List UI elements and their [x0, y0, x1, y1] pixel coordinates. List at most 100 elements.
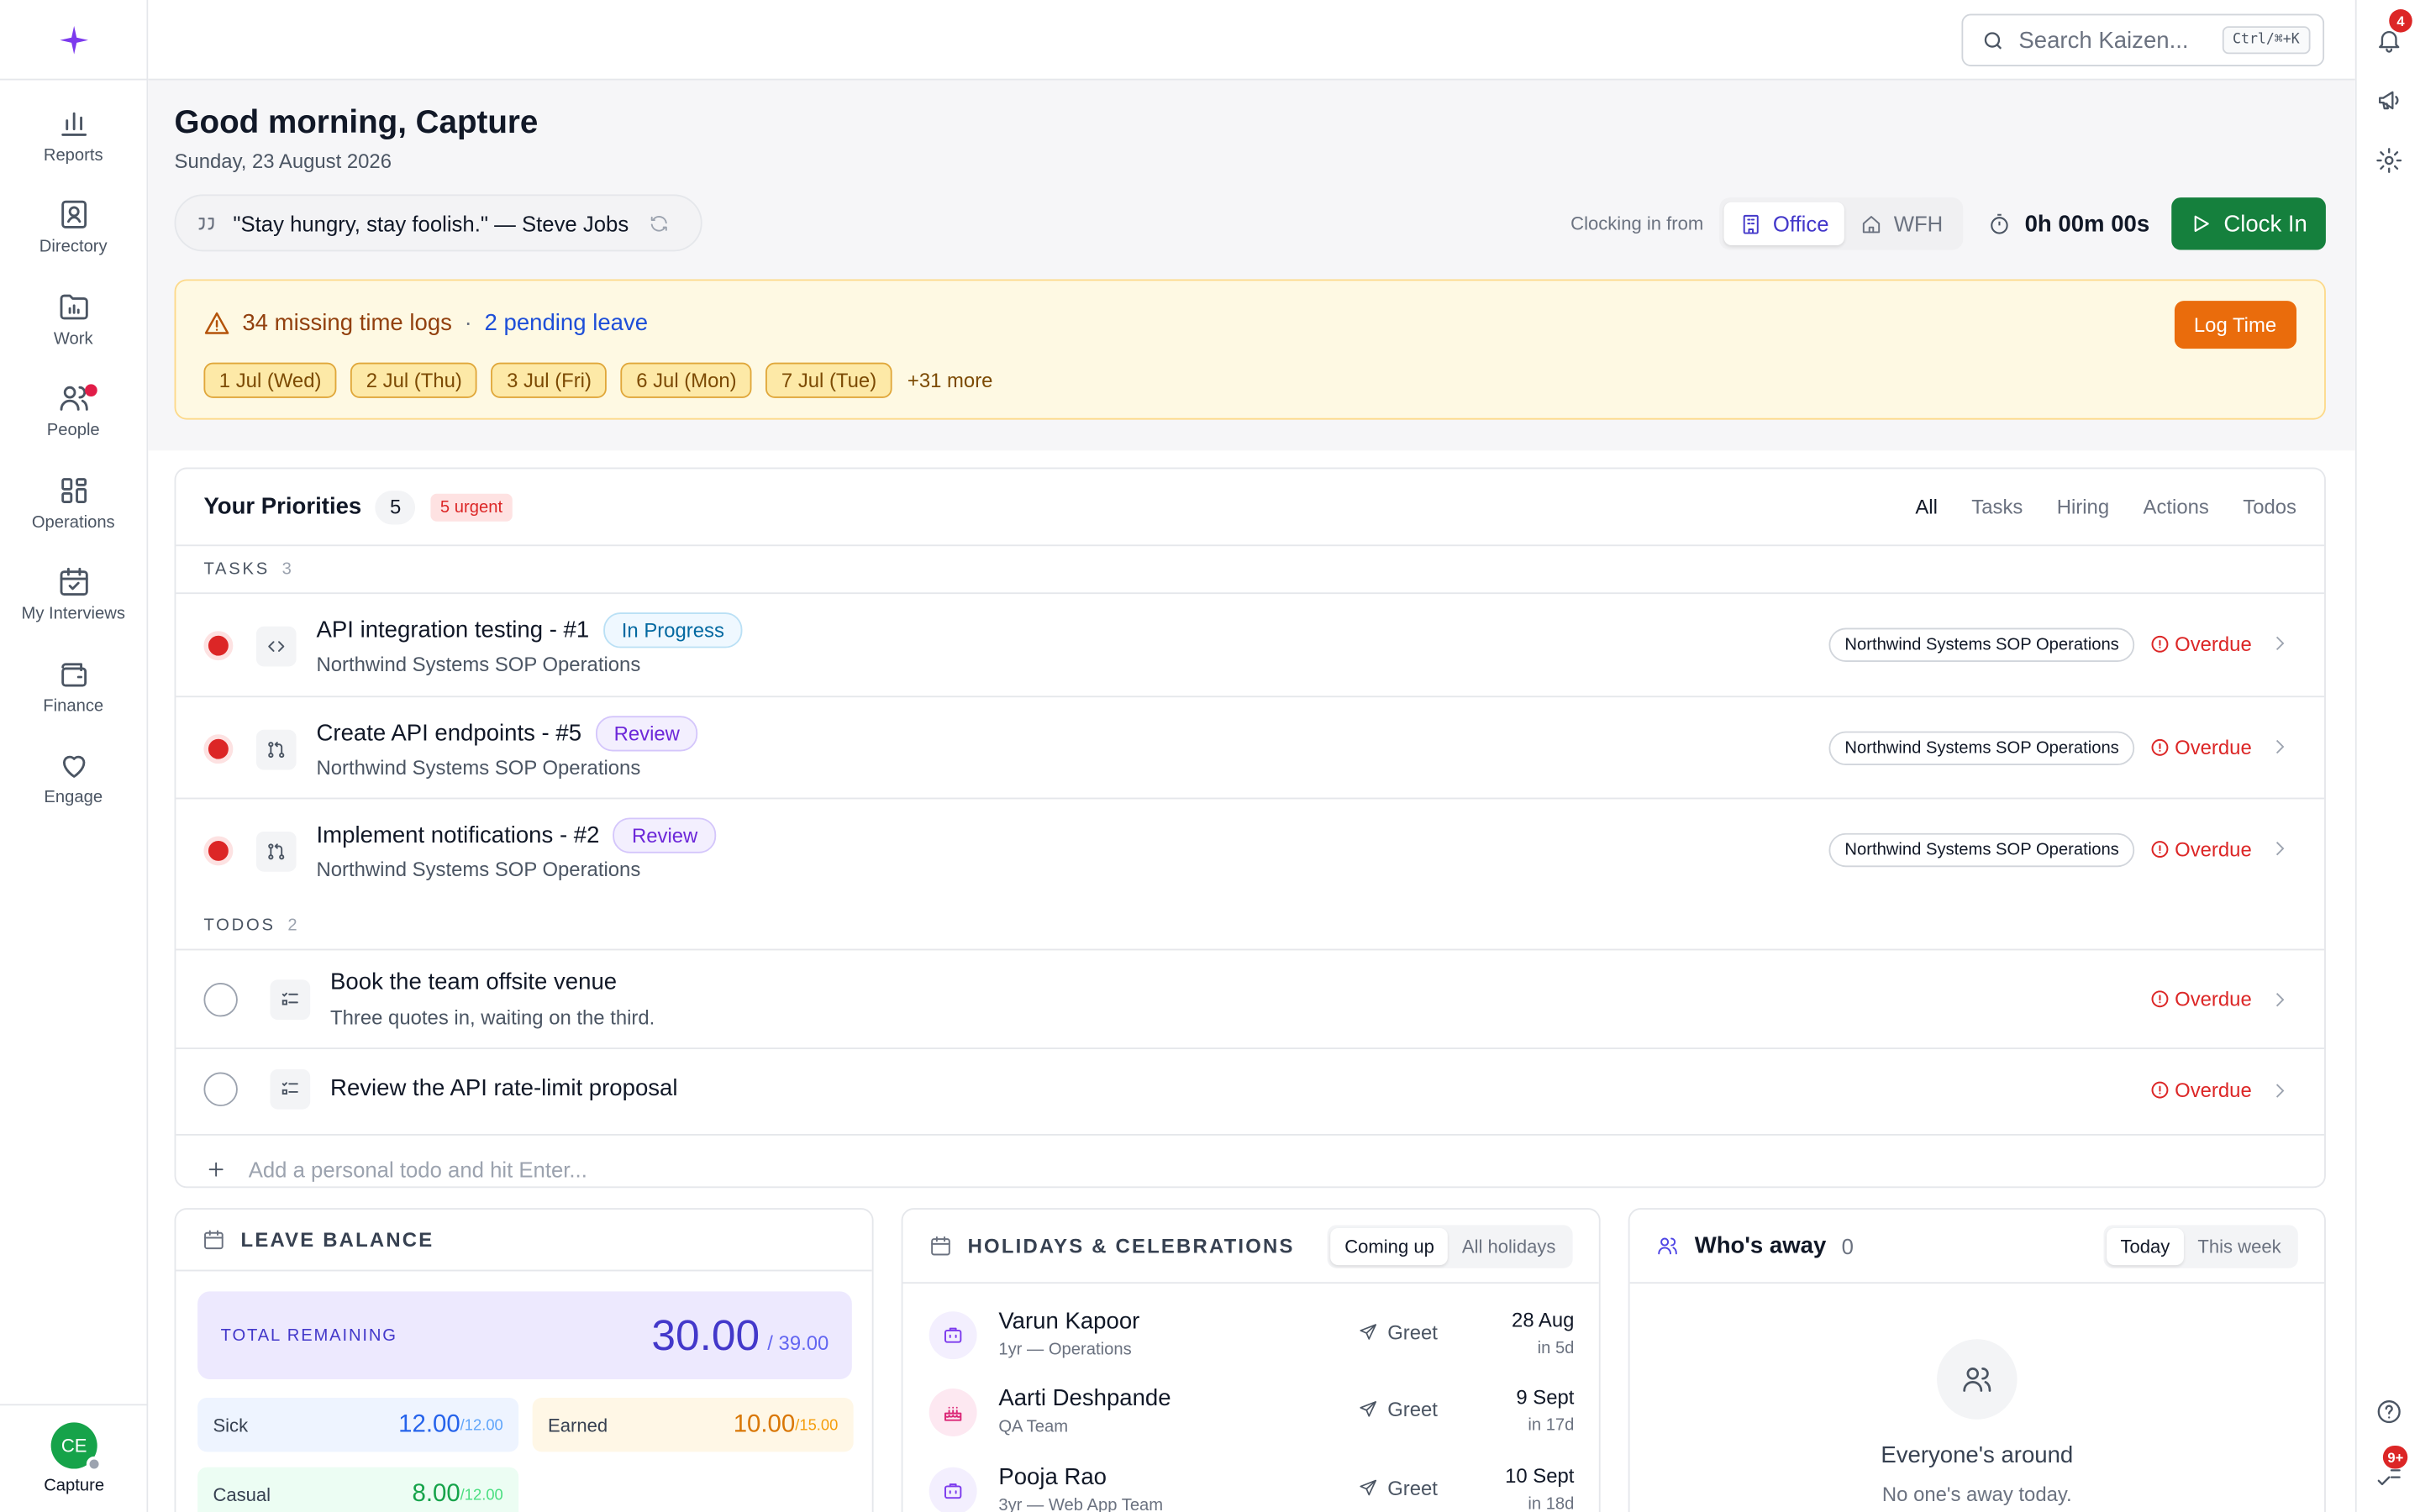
- tasks-section-label: TASKS: [203, 559, 270, 579]
- send-icon: [1360, 1324, 1377, 1340]
- play-icon: [2194, 215, 2209, 232]
- chevron-right-icon[interactable]: [2269, 837, 2291, 859]
- user-name: Capture: [44, 1476, 105, 1495]
- app-logo[interactable]: [0, 0, 147, 81]
- filter-todos[interactable]: Todos: [2243, 496, 2296, 519]
- sidebar-item-engage[interactable]: Engage: [0, 732, 146, 824]
- user-profile[interactable]: CE Capture: [0, 1404, 149, 1512]
- settings-button[interactable]: [2374, 145, 2405, 176]
- task-subtitle: Northwind Systems SOP Operations: [316, 858, 641, 881]
- refresh-icon[interactable]: [649, 213, 671, 234]
- missing-date-chip[interactable]: 3 Jul (Fri): [491, 362, 608, 398]
- avatar: CE: [50, 1422, 103, 1473]
- calendar-icon: [204, 1230, 224, 1250]
- leave-type-name: Casual: [213, 1483, 271, 1505]
- filter-actions[interactable]: Actions: [2144, 496, 2209, 519]
- sidebar-item-my-interviews[interactable]: My Interviews: [0, 549, 146, 640]
- todo-row[interactable]: Review the API rate-limit proposal Overd…: [176, 1048, 2325, 1135]
- warning-triangle-icon: [204, 312, 229, 334]
- leave-type-value: 12.00: [398, 1410, 460, 1437]
- due-status: Overdue: [2150, 1077, 2252, 1101]
- person-meta: QA Team: [998, 1417, 1069, 1436]
- urgent-dot: [203, 836, 234, 866]
- holidays-header: HOLIDAYS & CELEBRATIONS Coming up All ho…: [902, 1210, 1599, 1284]
- due-label: Overdue: [2175, 1077, 2252, 1101]
- todo-row[interactable]: Book the team offsite venue Three quotes…: [176, 949, 2325, 1049]
- pending-leave-link[interactable]: 2 pending leave: [485, 310, 649, 336]
- missing-date-chip[interactable]: 6 Jul (Mon): [620, 362, 753, 398]
- chevron-right-icon[interactable]: [2269, 1079, 2291, 1101]
- urgent-dot: [203, 631, 234, 661]
- missing-date-chip[interactable]: 2 Jul (Thu): [350, 362, 478, 398]
- briefcase-icon: [944, 1327, 962, 1343]
- sidebar-item-operations[interactable]: Operations: [0, 457, 146, 549]
- greet-button[interactable]: Greet: [1358, 1398, 1438, 1421]
- whos-away-tabs: Today This week: [2103, 1224, 2298, 1268]
- todo-complete-checkbox[interactable]: [203, 1071, 238, 1105]
- pull-request-icon: [268, 843, 285, 860]
- missing-date-chip[interactable]: 7 Jul (Tue): [765, 362, 892, 398]
- sidebar-item-label: My Interviews: [21, 605, 126, 624]
- task-title: Create API endpoints - #5: [316, 719, 582, 747]
- celebration-row: Pooja Rao 3yr — Web App Team Greet 10 Se…: [929, 1460, 1575, 1512]
- task-row[interactable]: Implement notifications - #2 Review Nort…: [176, 799, 2324, 901]
- help-button[interactable]: [2374, 1396, 2405, 1427]
- list-check-icon: [281, 1081, 298, 1095]
- todo-subtitle: Three quotes in, waiting on the third.: [330, 1005, 655, 1029]
- add-todo-row: [176, 1135, 2324, 1187]
- due-status: Overdue: [2150, 987, 2252, 1010]
- sidebar-item-work[interactable]: Work: [0, 273, 146, 365]
- work-timer: 0h 00m 00s: [1988, 211, 2149, 237]
- search-shortcut: Ctrl/⌘+K: [2222, 26, 2311, 55]
- task-title: API integration testing - #1: [316, 617, 590, 643]
- tab-all-holidays[interactable]: All holidays: [1448, 1227, 1570, 1264]
- alert-circle-icon: [2151, 1080, 2169, 1098]
- log-time-button[interactable]: Log Time: [2174, 301, 2297, 349]
- missing-date-chip[interactable]: 1 Jul (Wed): [203, 362, 337, 398]
- location-wfh-option[interactable]: WFH: [1844, 202, 1959, 245]
- wfh-label: WFH: [1893, 211, 1944, 237]
- sidebar-item-label: Work: [53, 329, 93, 349]
- clock-in-button[interactable]: Clock In: [2170, 197, 2326, 250]
- task-row[interactable]: API integration testing - #1 In Progress…: [176, 594, 2325, 697]
- announcements-button[interactable]: [2374, 85, 2405, 116]
- greet-button[interactable]: Greet: [1358, 1320, 1438, 1344]
- celebration-countdown: in 18d: [1528, 1494, 1575, 1512]
- sidebar-item-reports[interactable]: Reports: [0, 90, 146, 181]
- task-subtitle: Northwind Systems SOP Operations: [316, 652, 641, 676]
- task-row[interactable]: Create API endpoints - #5 Review Northwi…: [176, 696, 2325, 800]
- tab-coming-up[interactable]: Coming up: [1330, 1227, 1449, 1265]
- filter-all[interactable]: All: [1915, 496, 1938, 519]
- todo-type-badge: [270, 1068, 311, 1109]
- todos-section-count: 2: [287, 916, 297, 935]
- top-bar: Search Kaizen... Ctrl/⌘+K: [148, 0, 2355, 81]
- todos-section-label: TODOS: [203, 916, 276, 935]
- presence-status: [86, 1456, 103, 1473]
- sidebar-item-directory[interactable]: Directory: [0, 181, 146, 273]
- filter-hiring[interactable]: Hiring: [2057, 496, 2109, 519]
- tab-this-week[interactable]: This week: [2184, 1227, 2295, 1264]
- chevron-right-icon[interactable]: [2269, 988, 2291, 1010]
- chevron-right-icon[interactable]: [2269, 735, 2291, 757]
- sidebar-item-finance[interactable]: Finance: [0, 640, 146, 732]
- location-office-option[interactable]: Office: [1723, 202, 1844, 246]
- add-todo-input[interactable]: [248, 1156, 1175, 1181]
- notifications-count-badge: 4: [2389, 9, 2412, 33]
- whats-new-button[interactable]: 9+: [2374, 1445, 2408, 1491]
- person-meta: 1yr — Operations: [998, 1341, 1132, 1360]
- chevron-right-icon[interactable]: [2269, 633, 2291, 654]
- search-box[interactable]: Search Kaizen... Ctrl/⌘+K: [1961, 13, 2325, 66]
- person-name: Pooja Rao: [998, 1464, 1107, 1491]
- more-dates-link[interactable]: +31 more: [908, 369, 993, 392]
- filter-tasks[interactable]: Tasks: [1971, 496, 2023, 519]
- greet-button[interactable]: Greet: [1358, 1477, 1438, 1499]
- pull-request-icon: [268, 741, 285, 758]
- notifications-button[interactable]: 4: [2374, 9, 2412, 55]
- todo-complete-checkbox[interactable]: [203, 982, 238, 1016]
- help-circle-icon: [2377, 1400, 2401, 1424]
- sidebar-item-people[interactable]: People: [0, 365, 146, 456]
- tab-today[interactable]: Today: [2106, 1227, 2184, 1265]
- clocking-from-label: Clocking in from: [1570, 213, 1704, 235]
- left-sidebar: Reports Directory Work People Operations: [0, 0, 149, 1512]
- leave-balance-header: LEAVE BALANCE: [176, 1210, 872, 1272]
